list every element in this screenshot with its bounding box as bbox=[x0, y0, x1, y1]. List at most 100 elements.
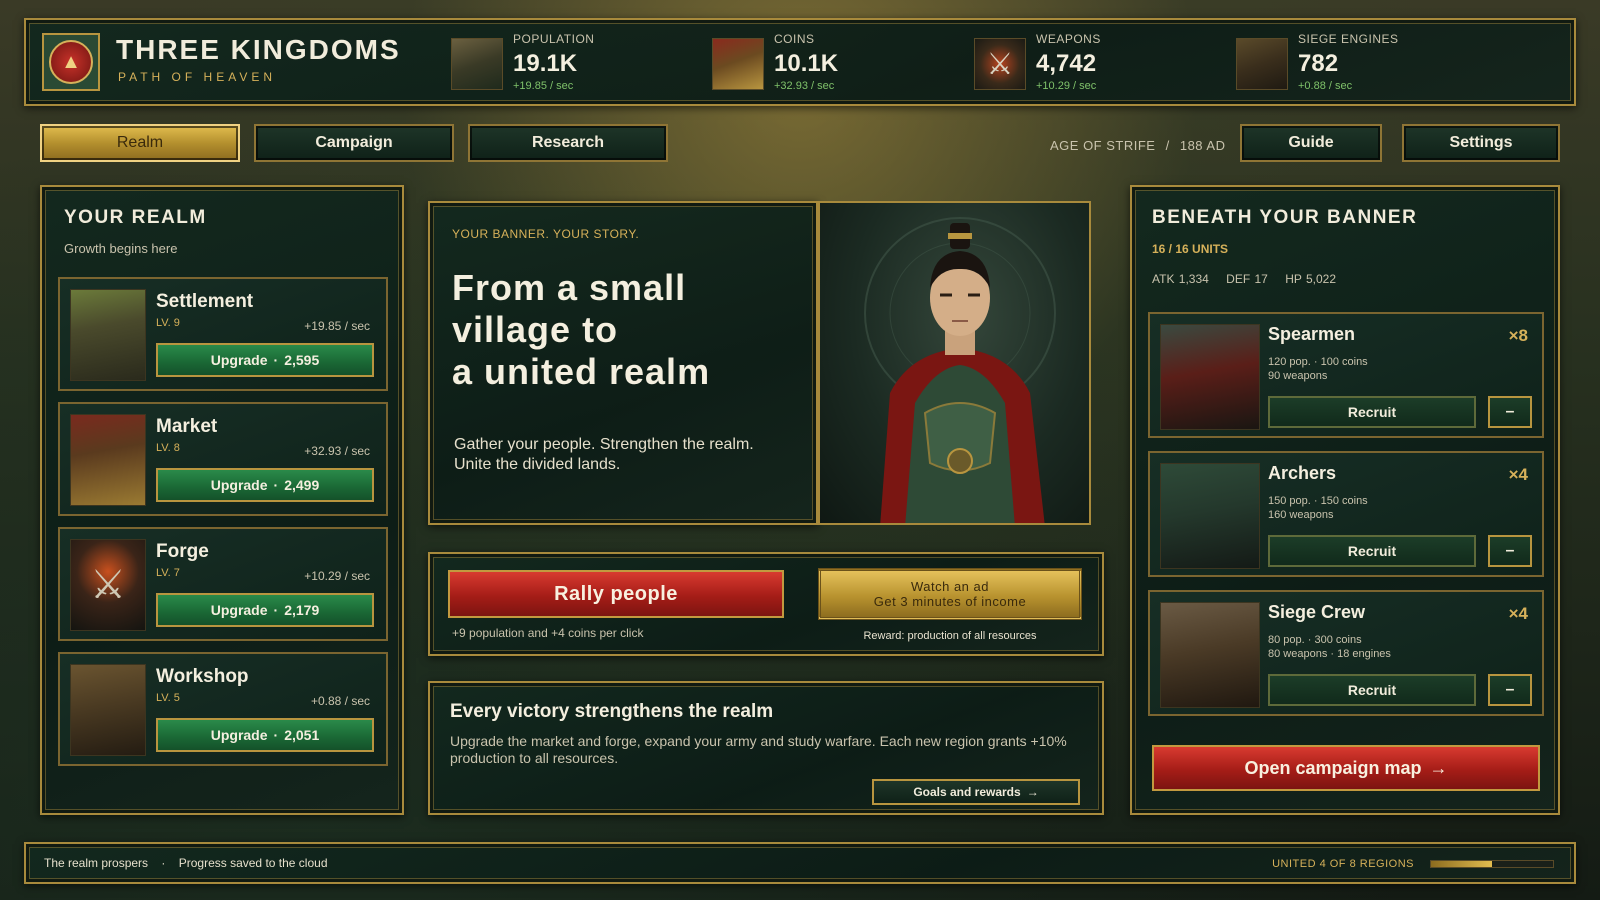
upgrade-market-button[interactable]: Upgrade · 2,499 bbox=[156, 468, 374, 502]
resource-rate: +32.93 / sec bbox=[774, 80, 835, 92]
unit-cost: 160 weapons bbox=[1268, 509, 1334, 521]
unit-count: ×8 bbox=[1508, 326, 1528, 345]
realm-title: YOUR REALM bbox=[64, 207, 207, 228]
army-panel: BENEATH YOUR BANNER 16 / 16 UNITS ATK 1,… bbox=[1130, 185, 1560, 815]
story-headline: From a small village to a united realm bbox=[452, 267, 792, 393]
recruit-spearmen-button[interactable]: Recruit bbox=[1268, 396, 1476, 428]
forge-image: ⚔ bbox=[70, 539, 146, 631]
story-headline-line: a united realm bbox=[452, 351, 711, 392]
regions-progress-label: UNITED 4 OF 8 REGIONS bbox=[1272, 858, 1414, 870]
campaign-label: Open campaign map bbox=[1244, 757, 1422, 778]
resource-rate: +0.88 / sec bbox=[1298, 80, 1353, 92]
market-image bbox=[70, 414, 146, 506]
unit-cost: 90 weapons bbox=[1268, 370, 1328, 382]
warlord-portrait bbox=[818, 201, 1091, 525]
tab-research[interactable]: Research bbox=[468, 124, 668, 162]
building-workshop: Workshop LV. 5 +0.88 / sec Upgrade · 2,0… bbox=[58, 652, 388, 766]
upgrade-separator: · bbox=[273, 352, 279, 368]
arrow-right-icon: → bbox=[1429, 757, 1448, 778]
army-title: BENEATH YOUR BANNER bbox=[1152, 207, 1418, 228]
resource-coins: COINS 10.1K +32.93 / sec bbox=[712, 30, 942, 96]
upgrade-label: Upgrade bbox=[210, 477, 268, 493]
regions-progress-fill bbox=[1431, 861, 1492, 867]
units-count: 16 / 16 UNITS bbox=[1152, 242, 1229, 256]
story-panel: YOUR BANNER. YOUR STORY. From a small vi… bbox=[428, 201, 818, 525]
stat-hp: HP 5,022 bbox=[1285, 272, 1337, 286]
upgrade-workshop-button[interactable]: Upgrade · 2,051 bbox=[156, 718, 374, 752]
tab-campaign[interactable]: Campaign bbox=[254, 124, 454, 162]
watch-ad-button[interactable]: Watch an ad Get 3 minutes of income bbox=[818, 568, 1082, 620]
unit-archers: Archers ×4 150 pop. · 150 coins 160 weap… bbox=[1148, 451, 1544, 577]
ad-line-2: Get 3 minutes of income bbox=[873, 594, 1027, 609]
unit-cost: 120 pop. · 100 coins bbox=[1268, 356, 1368, 368]
building-name: Market bbox=[156, 416, 218, 437]
goals-label: Goals and rewards bbox=[913, 785, 1021, 799]
story-body-line: Unite the divided lands. bbox=[454, 456, 621, 473]
story-body: Gather your people. Strengthen the realm… bbox=[454, 435, 794, 475]
tab-realm[interactable]: Realm bbox=[40, 124, 240, 162]
unit-cost: 80 pop. · 300 coins bbox=[1268, 634, 1362, 646]
dismiss-archers-button[interactable]: – bbox=[1488, 535, 1532, 567]
building-name: Forge bbox=[156, 541, 209, 562]
story-headline-line: From a small bbox=[452, 267, 687, 308]
era-separator: / bbox=[1165, 138, 1170, 153]
goals-and-rewards-button[interactable]: Goals and rewards → bbox=[872, 779, 1080, 805]
upgrade-settlement-button[interactable]: Upgrade · 2,595 bbox=[156, 343, 374, 377]
unit-siege-crew: Siege Crew ×4 80 pop. · 300 coins 80 wea… bbox=[1148, 590, 1544, 716]
footer-status: The realm prospers · Progress saved to t… bbox=[44, 856, 328, 870]
army-stats: ATK 1,334 DEF 17 HP 5,022 bbox=[1152, 272, 1336, 286]
regions-progress-bar bbox=[1430, 860, 1554, 868]
building-level: LV. 7 bbox=[156, 567, 180, 579]
ad-line-1: Watch an ad bbox=[910, 579, 989, 594]
game-subtitle: PATH OF HEAVEN bbox=[118, 70, 277, 84]
upgrade-label: Upgrade bbox=[210, 602, 268, 618]
spearmen-image bbox=[1160, 324, 1260, 430]
rally-panel: Rally people +9 population and +4 coins … bbox=[428, 552, 1104, 656]
ad-reward-note: Reward: production of all resources bbox=[863, 630, 1037, 642]
guide-button[interactable]: Guide bbox=[1240, 124, 1382, 162]
unit-cost: 80 weapons · 18 engines bbox=[1268, 648, 1391, 660]
resource-population: POPULATION 19.1K +19.85 / sec bbox=[451, 30, 681, 96]
upgrade-forge-button[interactable]: Upgrade · 2,179 bbox=[156, 593, 374, 627]
unit-count: ×4 bbox=[1508, 604, 1528, 623]
unit-name: Siege Crew bbox=[1268, 602, 1366, 622]
upgrade-separator: · bbox=[273, 477, 279, 493]
open-campaign-map-button[interactable]: Open campaign map → bbox=[1152, 745, 1540, 791]
settings-button[interactable]: Settings bbox=[1402, 124, 1560, 162]
victory-title: Every victory strengthens the realm bbox=[450, 701, 774, 722]
workshop-image bbox=[70, 664, 146, 756]
status-realm: The realm prospers bbox=[44, 856, 149, 870]
building-market: Market LV. 8 +32.93 / sec Upgrade · 2,49… bbox=[58, 402, 388, 516]
dismiss-spearmen-button[interactable]: – bbox=[1488, 396, 1532, 428]
building-forge: ⚔ Forge LV. 7 +10.29 / sec Upgrade · 2,1… bbox=[58, 527, 388, 641]
building-settlement: Settlement LV. 9 +19.85 / sec Upgrade · … bbox=[58, 277, 388, 391]
resource-value: 10.1K bbox=[774, 50, 839, 77]
story-headline-line: village to bbox=[452, 309, 619, 350]
upgrade-cost: 2,051 bbox=[284, 727, 320, 743]
crossed-swords-icon: ⚔ bbox=[974, 38, 1026, 90]
upgrade-cost: 2,595 bbox=[284, 352, 320, 368]
era-indicator: AGE OF STRIFE / 188 AD bbox=[1050, 138, 1226, 153]
resource-rate: +19.85 / sec bbox=[513, 80, 574, 92]
resource-rate: +10.29 / sec bbox=[1036, 80, 1097, 92]
stat-atk: ATK 1,334 bbox=[1152, 272, 1209, 286]
realm-panel: YOUR REALM Growth begins here Settlement… bbox=[40, 185, 404, 815]
unit-name: Archers bbox=[1268, 463, 1337, 483]
status-separator: · bbox=[161, 856, 166, 870]
settlement-image bbox=[70, 289, 146, 381]
siege-crew-image bbox=[1160, 602, 1260, 708]
resource-weapons: ⚔ WEAPONS 4,742 +10.29 / sec bbox=[974, 30, 1204, 96]
red-triangle-emblem-icon: ▲ bbox=[49, 40, 93, 84]
recruit-siege-crew-button[interactable]: Recruit bbox=[1268, 674, 1476, 706]
victory-body: Upgrade the market and forge, expand you… bbox=[450, 733, 1067, 766]
game-title: THREE KINGDOMS bbox=[116, 34, 401, 65]
resource-label: COINS bbox=[774, 32, 815, 46]
dismiss-siege-crew-button[interactable]: – bbox=[1488, 674, 1532, 706]
resource-label: POPULATION bbox=[513, 32, 595, 46]
building-level: LV. 8 bbox=[156, 442, 180, 454]
upgrade-label: Upgrade bbox=[210, 727, 268, 743]
upgrade-cost: 2,179 bbox=[284, 602, 320, 618]
rally-people-button[interactable]: Rally people bbox=[448, 570, 784, 618]
recruit-archers-button[interactable]: Recruit bbox=[1268, 535, 1476, 567]
upgrade-separator: · bbox=[273, 602, 279, 618]
